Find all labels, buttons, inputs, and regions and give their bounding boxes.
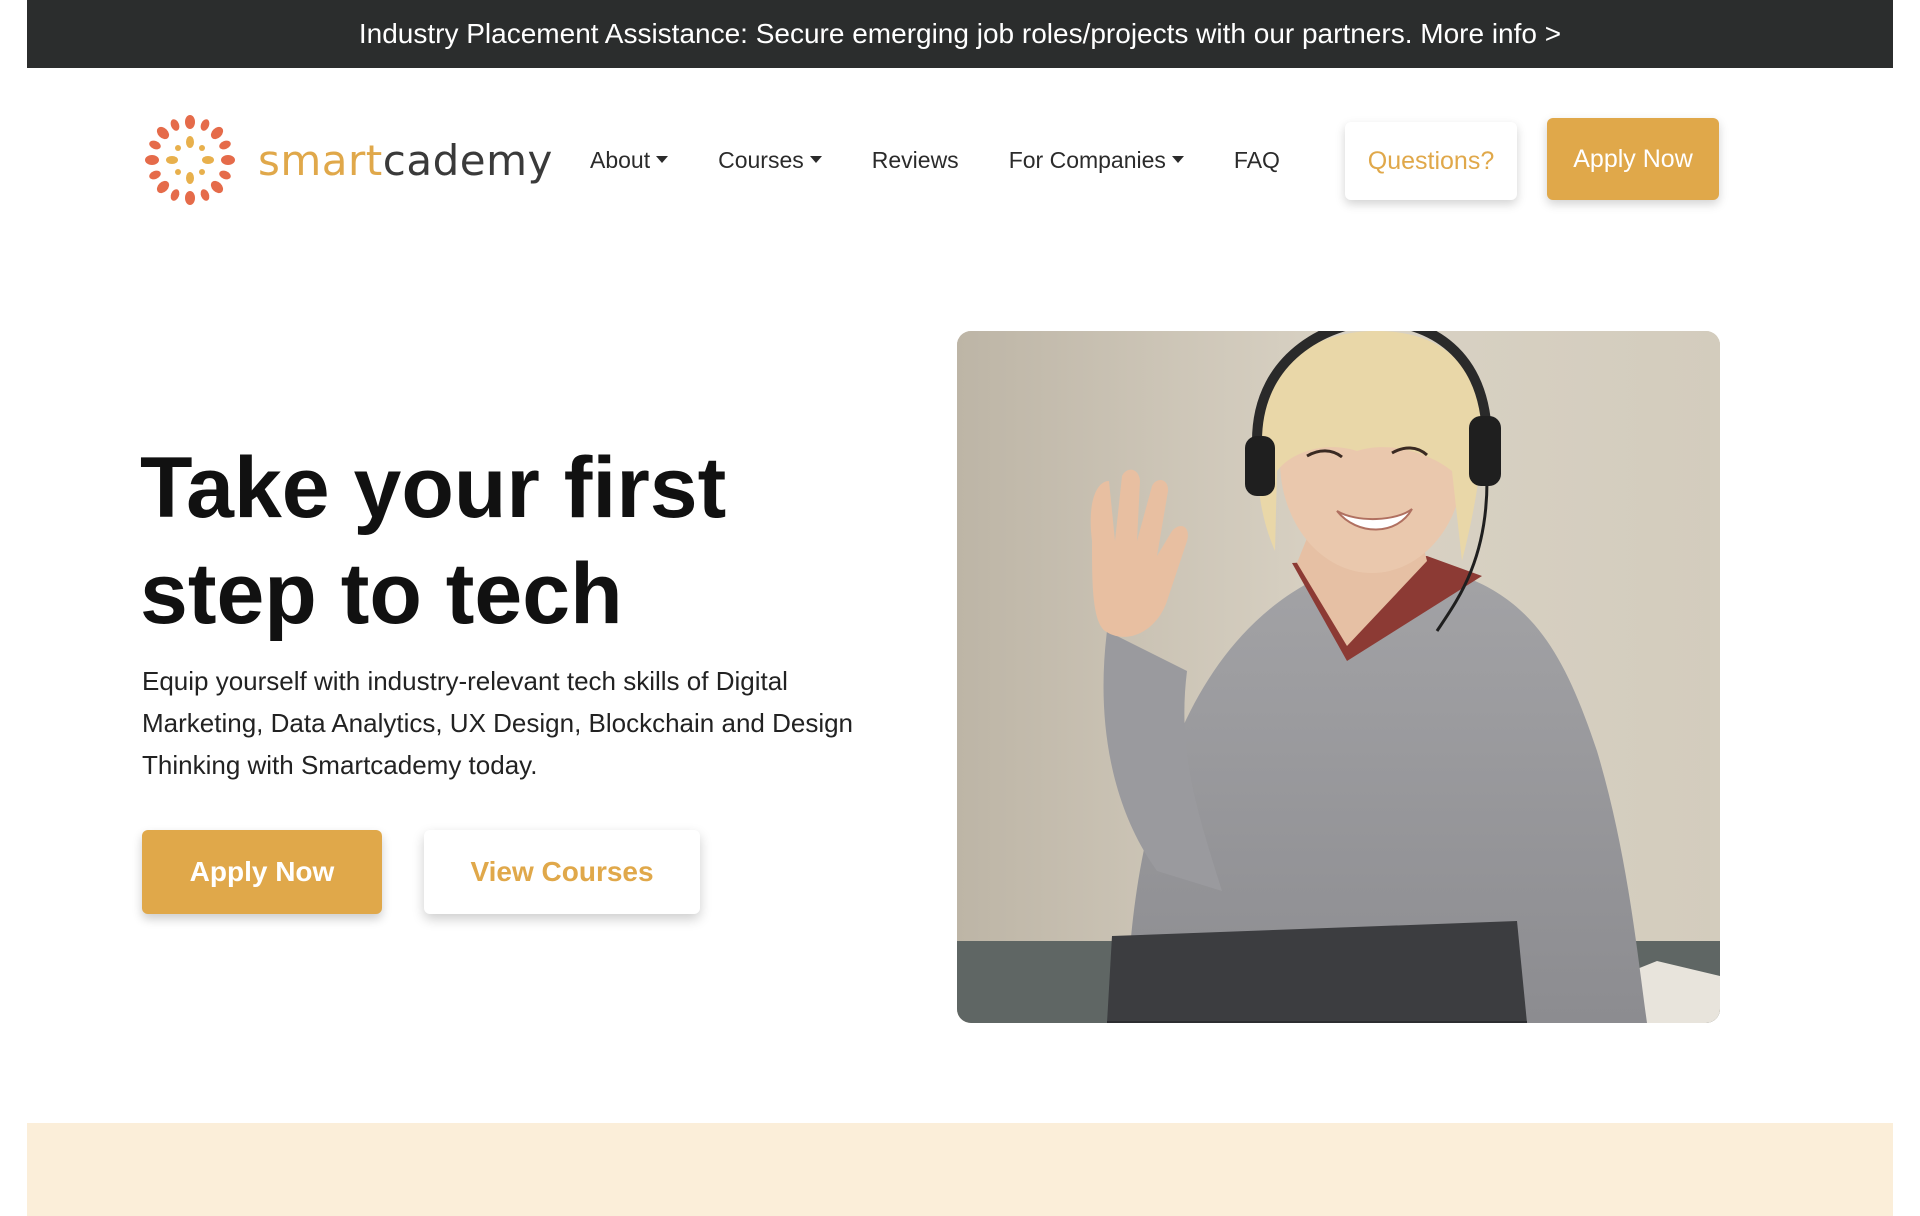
nav-menu: About Courses Reviews For Companies FAQ	[590, 140, 1330, 180]
sunburst-dots-icon	[145, 115, 235, 205]
hero-description-line3: Thinking with Smartcademy today.	[142, 750, 538, 780]
nav-item-label: Courses	[718, 146, 804, 173]
student-waving-illustration	[957, 331, 1720, 1023]
hero-title-line1: Take your first	[140, 440, 727, 536]
nav-item-reviews[interactable]: Reviews	[872, 147, 959, 174]
view-courses-button[interactable]: View Courses	[424, 830, 700, 914]
brand-name-part1: smart	[258, 135, 383, 185]
brand-name: smartcademy	[258, 136, 553, 185]
hero-description-line2: Marketing, Data Analytics, UX Design, Bl…	[142, 708, 854, 738]
caret-down-icon	[809, 155, 822, 163]
nav-item-about[interactable]: About	[590, 146, 669, 174]
hero-description: Equip yourself with industry-relevant te…	[142, 660, 887, 786]
bottom-section-band	[27, 1123, 1893, 1216]
hero-title: Take your first step to tech	[140, 435, 860, 647]
nav-item-courses[interactable]: Courses	[718, 147, 822, 174]
apply-now-nav-button[interactable]: Apply Now	[1547, 118, 1719, 200]
caret-down-icon	[656, 155, 669, 163]
nav-item-label: For Companies	[1008, 146, 1166, 173]
page: Industry Placement Assistance: Secure em…	[0, 0, 1920, 1216]
announcement-text[interactable]: Industry Placement Assistance: Secure em…	[359, 18, 1561, 50]
announcement-bar[interactable]: Industry Placement Assistance: Secure em…	[27, 0, 1893, 68]
apply-now-hero-button[interactable]: Apply Now	[142, 830, 382, 914]
nav-item-for-companies[interactable]: For Companies	[1009, 147, 1184, 174]
questions-button[interactable]: Questions?	[1345, 122, 1517, 200]
brand-logo[interactable]: smartcademy	[140, 110, 560, 210]
nav-item-label: About	[590, 146, 651, 173]
hero-description-line1: Equip yourself with industry-relevant te…	[142, 666, 788, 696]
hero-title-line2: step to tech	[140, 546, 623, 642]
caret-down-icon	[1171, 155, 1184, 163]
brand-name-part2: cademy	[382, 135, 553, 185]
nav-item-label: FAQ	[1233, 146, 1280, 173]
hero-image	[957, 331, 1720, 1023]
nav-item-faq[interactable]: FAQ	[1234, 147, 1280, 174]
navbar: smartcademy About Courses Reviews For Co…	[140, 110, 1719, 210]
nav-item-label: Reviews	[871, 146, 959, 173]
